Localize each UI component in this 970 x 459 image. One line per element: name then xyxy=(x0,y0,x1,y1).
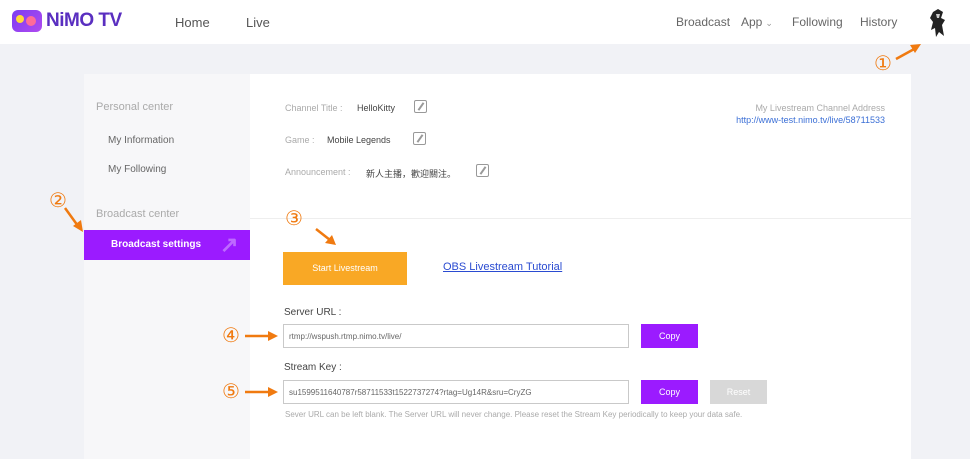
stream-key-label: Stream Key : xyxy=(284,362,342,373)
channel-title-value: HelloKitty xyxy=(357,103,396,113)
stream-key-field[interactable]: su1599511640787r58711533t1522737274?rtag… xyxy=(283,380,629,404)
edit-announcement-icon[interactable] xyxy=(476,164,489,177)
edit-title-icon[interactable] xyxy=(414,100,427,113)
sidebar-heading-broadcast-center: Broadcast center xyxy=(96,208,180,220)
callout-5-label: ⑤ xyxy=(222,379,240,403)
sidebar-heading-personal-center: Personal center xyxy=(96,101,174,113)
channel-address-link[interactable]: http://www-test.nimo.tv/live/58711533 xyxy=(690,115,885,125)
callout-4-arrow-icon xyxy=(245,331,278,341)
callout-1-label: ① xyxy=(874,51,892,75)
decorative-arrow-icon: ↗ xyxy=(220,232,239,257)
section-divider xyxy=(250,218,911,219)
announcement-value: 新人主播，歡迎關注。 xyxy=(366,169,457,179)
copy-stream-key-button[interactable]: Copy xyxy=(641,380,698,404)
user-avatar-icon[interactable] xyxy=(924,8,952,38)
game-value: Mobile Legends xyxy=(327,135,391,145)
nav-following-link[interactable]: Following xyxy=(792,15,843,29)
nav-app-label: App xyxy=(741,15,763,29)
game-label: Game : xyxy=(285,135,315,145)
nimo-logo-icon xyxy=(12,10,42,32)
callout-5-arrow-icon xyxy=(245,387,278,397)
announcement-label: Announcement : xyxy=(285,167,351,177)
channel-address-label: My Livestream Channel Address xyxy=(755,103,885,113)
sidebar-item-my-information[interactable]: My Information xyxy=(108,135,174,146)
sidebar-item-broadcast-settings[interactable]: Broadcast settings ↗ xyxy=(84,230,250,260)
top-navigation-bar: NiMO TV Home Live Broadcast App ⌄ Followi… xyxy=(0,0,970,44)
chevron-down-icon: ⌄ xyxy=(765,18,773,28)
start-livestream-button[interactable]: Start Livestream xyxy=(283,252,407,285)
nav-history-link[interactable]: History xyxy=(860,15,897,29)
sidebar-item-my-following[interactable]: My Following xyxy=(108,164,166,175)
page: NiMO TV Home Live Broadcast App ⌄ Followi… xyxy=(0,0,970,459)
brand-name: NiMO TV xyxy=(46,10,122,31)
callout-1-arrow-icon xyxy=(895,44,921,61)
channel-title-label: Channel Title : xyxy=(285,103,343,113)
nimo-logo[interactable]: NiMO TV xyxy=(12,8,122,34)
nav-app-menu[interactable]: App ⌄ xyxy=(741,15,773,29)
security-hint-text: Sever URL can be left blank. The Server … xyxy=(285,410,743,419)
nav-broadcast-link[interactable]: Broadcast xyxy=(676,15,730,29)
callout-3-label: ③ xyxy=(285,206,303,230)
obs-tutorial-link[interactable]: OBS Livestream Tutorial xyxy=(443,261,562,273)
server-url-field[interactable]: rtmp://wspush.rtmp.nimo.tv/live/ xyxy=(283,324,629,348)
callout-4-label: ④ xyxy=(222,323,240,347)
sidebar-item-label: Broadcast settings xyxy=(111,239,202,250)
server-url-label: Server URL : xyxy=(284,307,342,318)
callout-3-arrow-icon xyxy=(315,228,336,245)
nav-live-link[interactable]: Live xyxy=(246,15,270,30)
reset-stream-key-button[interactable]: Reset xyxy=(710,380,767,404)
copy-server-url-button[interactable]: Copy xyxy=(641,324,698,348)
edit-game-icon[interactable] xyxy=(413,132,426,145)
callout-2-arrow-icon xyxy=(63,207,83,232)
nav-home-link[interactable]: Home xyxy=(175,15,210,30)
